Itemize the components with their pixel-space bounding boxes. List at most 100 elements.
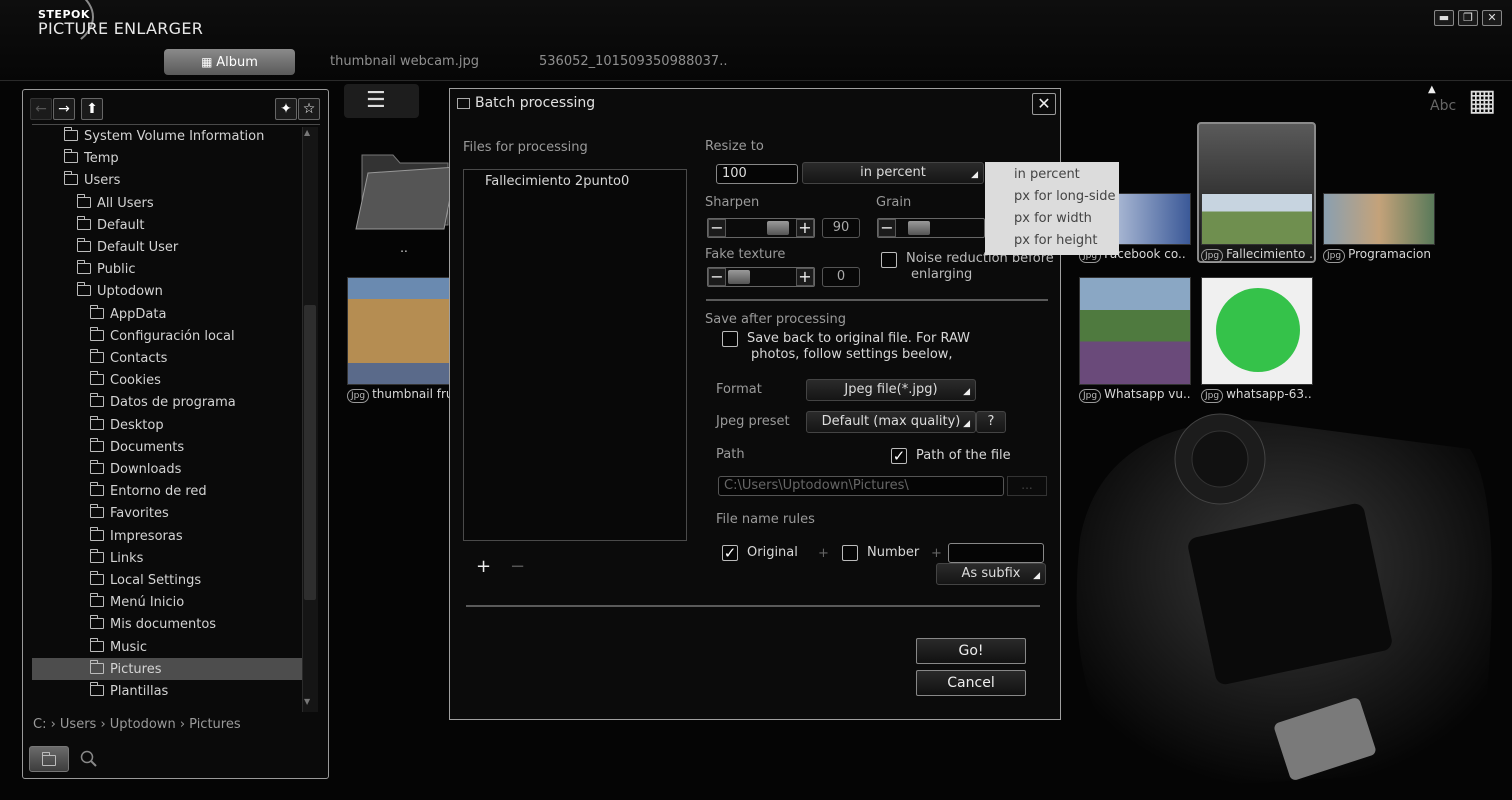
tree-item[interactable]: Contacts xyxy=(90,348,167,370)
tab-album[interactable]: ▦ Album xyxy=(164,49,295,75)
tree-item[interactable]: Default User xyxy=(77,237,178,259)
tree-item[interactable]: Links xyxy=(90,548,143,570)
files-list[interactable] xyxy=(463,169,687,541)
preset-help-button[interactable]: ? xyxy=(976,411,1006,433)
thumb-fallecimiento[interactable]: Jpg Fallecimiento .. xyxy=(1201,193,1313,263)
subfix-select[interactable]: As subfix ◢ xyxy=(936,563,1046,585)
texture-value[interactable]: 0 xyxy=(822,267,860,287)
new-folder-icon[interactable]: ✦ xyxy=(275,98,297,120)
tree-item[interactable]: Mis documentos xyxy=(90,614,216,636)
save-back-checkbox[interactable] xyxy=(722,331,738,347)
texture-slider-thumb[interactable] xyxy=(728,270,750,284)
close-window-button[interactable]: ✕ xyxy=(1482,10,1502,26)
sharpen-value[interactable]: 90 xyxy=(822,218,860,238)
tree-item[interactable]: System Volume Information xyxy=(64,126,264,148)
sharpen-plus-button[interactable]: + xyxy=(796,219,814,237)
dialog-close-icon[interactable]: ✕ xyxy=(1032,93,1056,115)
sharpen-minus-button[interactable]: − xyxy=(708,219,726,237)
list-item[interactable]: Fallecimiento 2punto0 xyxy=(485,174,629,189)
tree-item-label: Datos de programa xyxy=(110,395,236,411)
thumb-parent-folder[interactable]: .. xyxy=(348,125,460,257)
jpeg-preset-select[interactable]: Default (max quality) ◢ xyxy=(806,411,976,433)
tab-image-1[interactable]: thumbnail webcam.jpg xyxy=(330,54,479,69)
tree-item[interactable]: Documents xyxy=(90,437,184,459)
cancel-button[interactable]: Cancel xyxy=(916,670,1026,696)
folder-icon xyxy=(90,659,104,674)
sort-arrow-icon[interactable]: ▲ xyxy=(1428,84,1436,95)
sort-label[interactable]: Abc xyxy=(1430,98,1456,114)
sharpen-slider-thumb[interactable] xyxy=(767,221,789,235)
tree-item[interactable]: Favorites xyxy=(90,503,169,525)
favorite-star-icon[interactable]: ☆ xyxy=(298,98,320,120)
tree-item[interactable]: Public xyxy=(77,259,135,281)
grain-minus-button[interactable]: − xyxy=(878,219,896,237)
grain-slider-thumb[interactable] xyxy=(908,221,930,235)
thumb-programacion[interactable]: Jpg Programacion .. xyxy=(1323,193,1435,263)
go-button[interactable]: Go! xyxy=(916,638,1026,664)
tree-item[interactable]: Local Settings xyxy=(90,570,201,592)
search-icon[interactable] xyxy=(80,750,98,768)
folder-icon xyxy=(90,526,104,541)
tree-item[interactable]: Desktop xyxy=(90,415,164,437)
resize-input[interactable]: 100 xyxy=(716,164,798,184)
texture-minus-button[interactable]: − xyxy=(708,268,726,286)
folder-view-button[interactable] xyxy=(29,746,69,772)
menu-item-percent[interactable]: in percent xyxy=(1014,167,1080,182)
suffix-input[interactable] xyxy=(948,543,1044,563)
scroll-down-icon[interactable]: ▼ xyxy=(304,697,310,706)
tree-item[interactable]: Temp xyxy=(64,148,119,170)
tree-item[interactable]: Pictures xyxy=(90,659,161,681)
folder-icon xyxy=(90,304,104,319)
tree-item[interactable]: Impresoras xyxy=(90,526,183,548)
tree-item[interactable]: Uptodown xyxy=(77,281,163,303)
tree-item[interactable]: Users xyxy=(64,170,120,192)
tree-item-label: Plantillas xyxy=(110,684,169,699)
tree-item-label: Users xyxy=(84,173,121,189)
tree-item[interactable]: Datos de programa xyxy=(90,392,236,414)
tree-item-label: Cookies xyxy=(110,373,161,389)
minimize-button[interactable]: ▬ xyxy=(1434,10,1454,26)
format-select[interactable]: Jpeg file(*.jpg) ◢ xyxy=(806,379,976,401)
filename-rules-label: File name rules xyxy=(716,512,815,527)
thumb-thumbnail-fru[interactable]: Jpg thumbnail fru.. xyxy=(347,277,459,403)
add-file-button[interactable]: + xyxy=(476,556,491,577)
resize-unit-select[interactable]: in percent ◢ xyxy=(802,162,984,184)
tree-item-label: Downloads xyxy=(110,462,182,477)
original-checkbox[interactable]: ✓ xyxy=(722,545,738,561)
tree-item[interactable]: Plantillas xyxy=(90,681,168,703)
browse-button[interactable]: ... xyxy=(1007,476,1047,496)
tree-item-label: Temp xyxy=(84,151,119,167)
back-arrow-icon[interactable]: ← xyxy=(30,98,52,120)
grid-view-icon[interactable]: ▦ xyxy=(1468,86,1496,116)
menu-item-height[interactable]: px for height xyxy=(1014,233,1098,248)
tree-item[interactable]: All Users xyxy=(77,193,154,215)
thumb-caption: Jpg Programacion .. xyxy=(1323,245,1435,263)
tree-item-label: Contacts xyxy=(110,351,168,366)
tree-item[interactable]: Menú Inicio xyxy=(90,592,184,614)
files-label: Files for processing xyxy=(463,140,588,155)
scroll-up-icon[interactable]: ▲ xyxy=(304,128,310,137)
remove-file-button[interactable]: − xyxy=(510,556,525,577)
path-of-file-checkbox[interactable]: ✓ xyxy=(891,448,907,464)
tree-scroll-thumb[interactable] xyxy=(304,305,316,600)
path-input[interactable]: C:\Users\Uptodown\Pictures\ xyxy=(718,476,1004,496)
menu-item-width[interactable]: px for width xyxy=(1014,211,1092,226)
noise-reduction-checkbox[interactable] xyxy=(881,252,897,268)
tree-item[interactable]: Downloads xyxy=(90,459,181,481)
tab-image-2[interactable]: 536052_101509350988037.. xyxy=(539,54,727,69)
thumb-whatsapp-63[interactable]: Jpg whatsapp-63.. xyxy=(1201,277,1313,403)
tree-item[interactable]: Music xyxy=(90,637,147,659)
tree-item[interactable]: Configuración local xyxy=(90,326,235,348)
tree-item[interactable]: Cookies xyxy=(90,370,161,392)
tree-item[interactable]: Entorno de red xyxy=(90,481,207,503)
texture-plus-button[interactable]: + xyxy=(796,268,814,286)
forward-arrow-icon[interactable]: → xyxy=(53,98,75,120)
tree-item[interactable]: AppData xyxy=(90,304,166,326)
thumb-whatsapp-vu[interactable]: Jpg Whatsapp vu.. xyxy=(1079,277,1191,403)
tree-item[interactable]: Default xyxy=(77,215,145,237)
number-checkbox[interactable] xyxy=(842,545,858,561)
thumb-caption: Jpg Fallecimiento .. xyxy=(1201,245,1313,263)
up-folder-icon[interactable]: ⬆ xyxy=(81,98,103,120)
restore-button[interactable]: ❐ xyxy=(1458,10,1478,26)
menu-item-long-side[interactable]: px for long-side xyxy=(1014,189,1115,204)
